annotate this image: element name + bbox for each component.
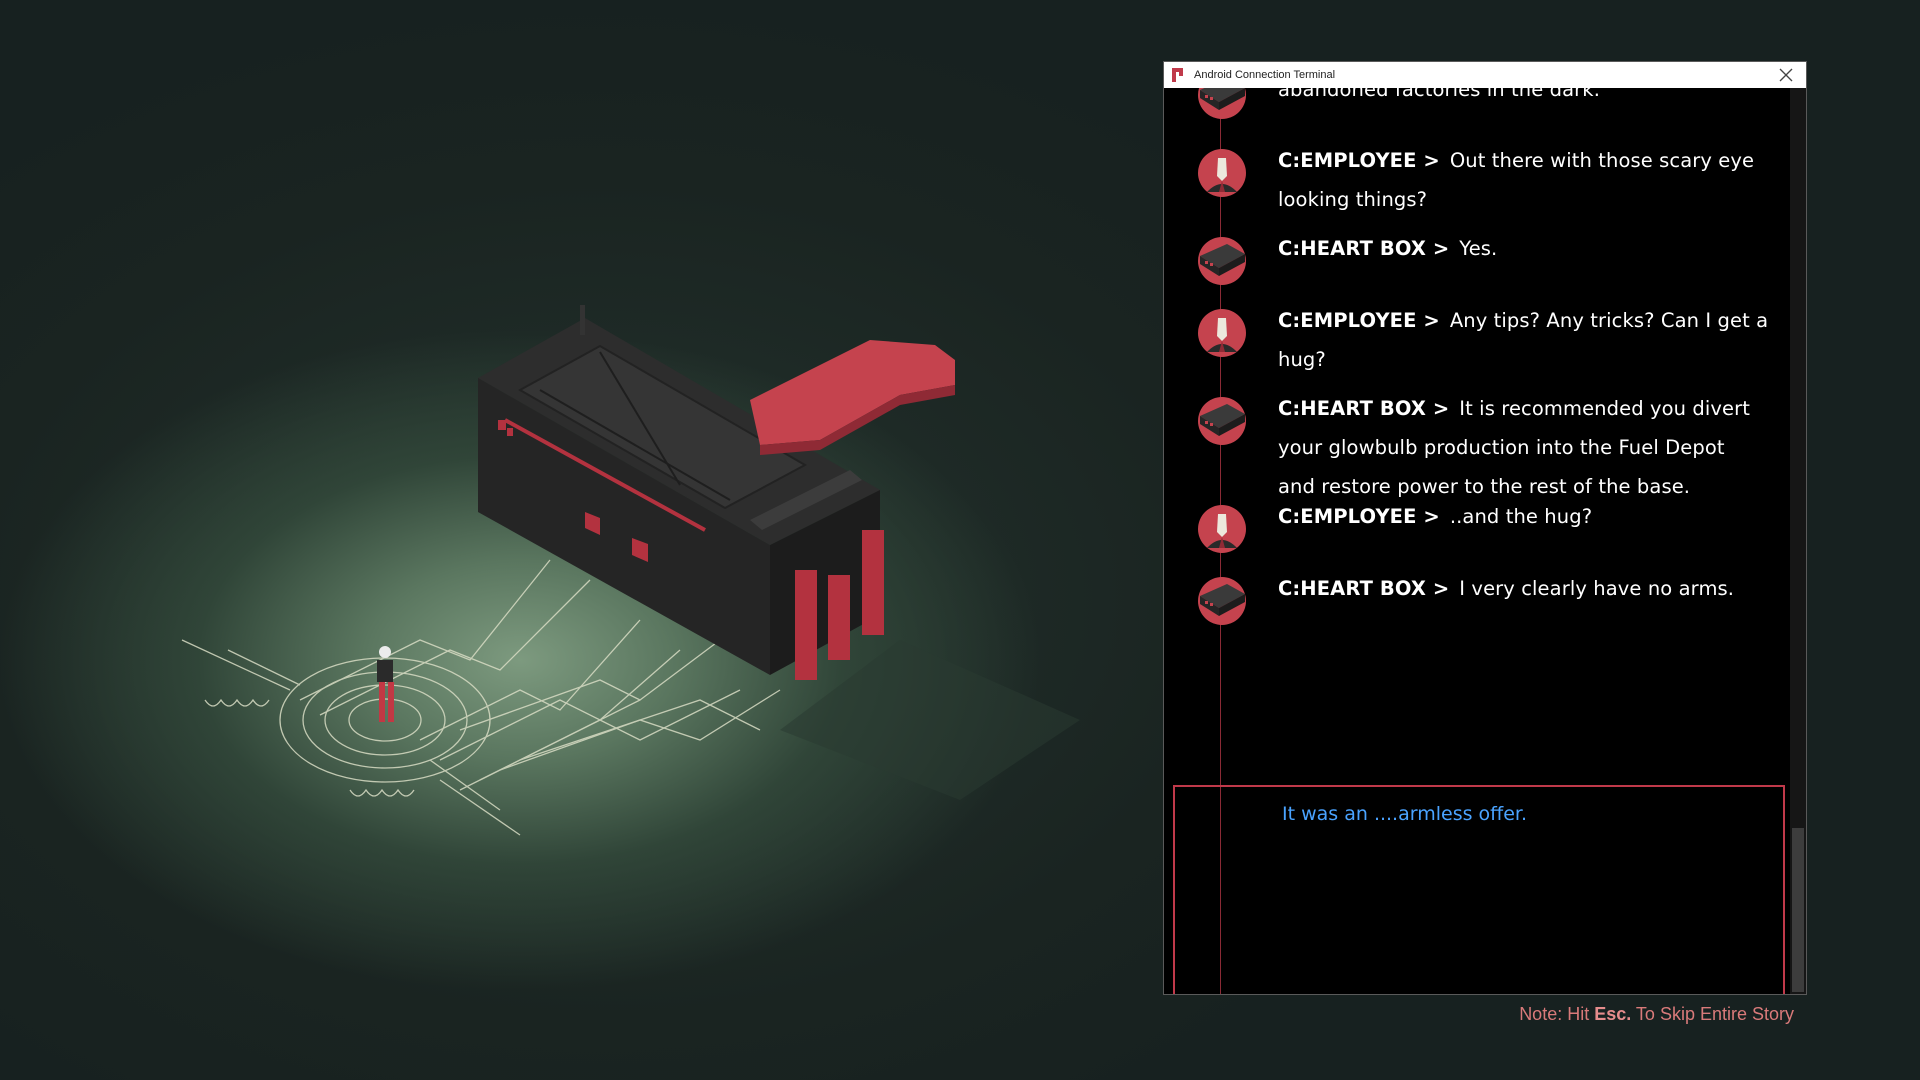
speaker-label: C:EMPLOYEE > xyxy=(1278,505,1440,528)
message-text: C:HEART BOX > It is recommended you diver… xyxy=(1278,389,1784,506)
window-title: Android Connection Terminal xyxy=(1194,69,1336,81)
message-text: C:HEART BOX > Yes. xyxy=(1278,229,1784,268)
heart-box-avatar-icon xyxy=(1197,236,1247,286)
message-body-continued: and restore power to the rest of the bas… xyxy=(1278,475,1691,498)
dialogue-choice-option[interactable]: It was an ....armless offer. xyxy=(1282,803,1527,825)
employee-avatar-icon xyxy=(1197,504,1247,554)
note-prefix: Note: Hit xyxy=(1519,1004,1595,1024)
message-text: C:EMPLOYEE > Any tips? Any tricks? Can I … xyxy=(1278,301,1784,379)
message-body: abandoned factories in the dark. xyxy=(1278,88,1600,101)
message-body: ..and the hug? xyxy=(1449,505,1593,528)
speaker-label: C:HEART BOX > xyxy=(1278,397,1450,420)
close-button[interactable] xyxy=(1776,65,1796,85)
player-character xyxy=(377,646,394,722)
dialogue-choice-box: It was an ....armless offer. xyxy=(1173,785,1785,994)
message-text: C:HEART BOX > I very clearly have no arms… xyxy=(1278,569,1784,608)
heart-box-avatar-icon xyxy=(1197,88,1247,120)
speaker-label: C:EMPLOYEE > xyxy=(1278,149,1440,172)
scrollbar-thumb[interactable] xyxy=(1792,828,1804,992)
employee-avatar-icon xyxy=(1197,308,1247,358)
window-titlebar: Android Connection Terminal xyxy=(1164,62,1806,88)
heart-box-avatar-icon xyxy=(1197,576,1247,626)
speaker-label: C:HEART BOX > xyxy=(1278,577,1450,600)
heart-box-avatar-icon xyxy=(1197,396,1247,446)
message-text: C:EMPLOYEE > Out there with those scary e… xyxy=(1278,141,1784,219)
conversation-log[interactable]: abandoned factories in the dark. C:EMPLOY… xyxy=(1164,88,1790,994)
note-suffix: To Skip Entire Story xyxy=(1631,1004,1794,1024)
close-icon xyxy=(1779,68,1793,82)
message-body: Yes. xyxy=(1459,237,1498,260)
scrollbar[interactable] xyxy=(1790,88,1806,994)
skip-story-note: Note: Hit Esc. To Skip Entire Story xyxy=(1519,1004,1794,1025)
message-body: I very clearly have no arms. xyxy=(1459,577,1735,600)
employee-avatar-icon xyxy=(1197,148,1247,198)
esc-key-hint: Esc. xyxy=(1594,1004,1632,1024)
red-pipe xyxy=(795,570,817,680)
message-text: abandoned factories in the dark. xyxy=(1278,88,1784,109)
terminal-app-icon xyxy=(1172,68,1183,82)
android-connection-terminal-window: Android Connection Terminal abandoned fa… xyxy=(1163,61,1807,995)
speaker-label: C:HEART BOX > xyxy=(1278,237,1450,260)
message-text: C:EMPLOYEE > ..and the hug? xyxy=(1278,497,1784,536)
speaker-label: C:EMPLOYEE > xyxy=(1278,309,1440,332)
